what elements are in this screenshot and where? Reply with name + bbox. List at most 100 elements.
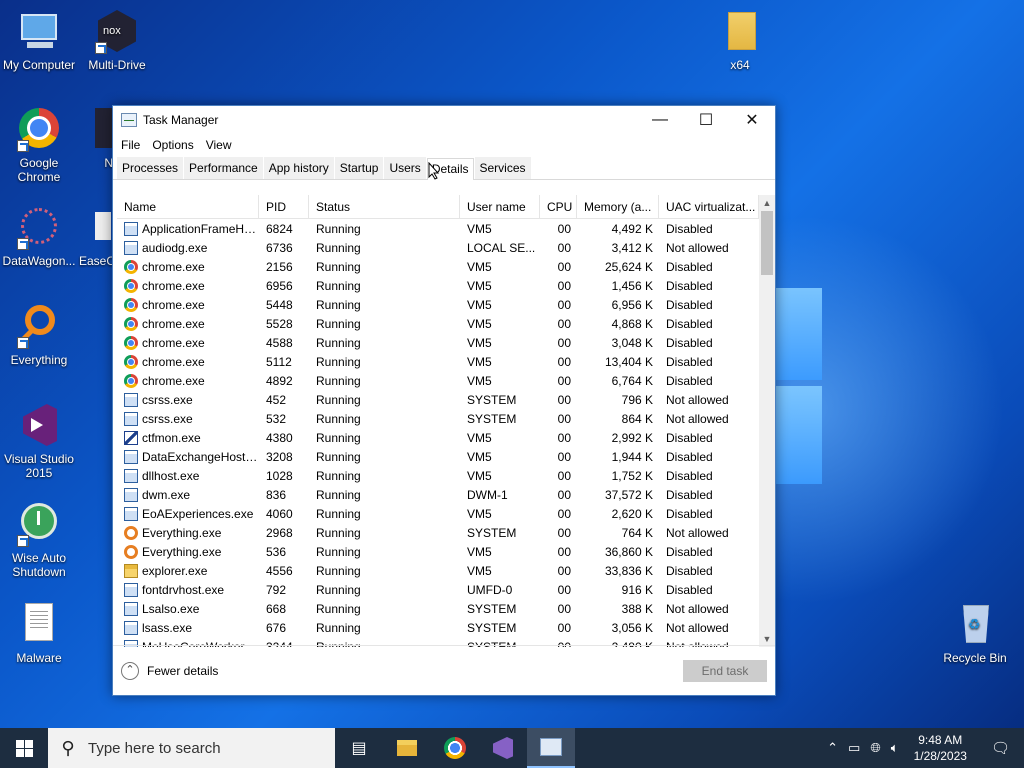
desktop-icon-malware[interactable]: Malware — [0, 603, 79, 665]
table-row[interactable]: ctfmon.exe 4380 Running VM5 00 2,992 K Disable… — [117, 428, 773, 447]
minimize-button[interactable]: — — [637, 106, 683, 134]
desktop-icon-easec-hidden[interactable]: EaseC — [77, 206, 112, 268]
table-row[interactable]: dllhost.exe 1028 Running VM5 00 1,752 K Disabl… — [117, 466, 773, 485]
taskbar-search-box[interactable]: ⚲ Type here to search — [48, 728, 335, 768]
tab-users[interactable]: Users — [384, 157, 426, 179]
tab-services[interactable]: Services — [474, 157, 531, 179]
table-row[interactable]: chrome.exe 4588 Running VM5 00 3,048 K Disable… — [117, 333, 773, 352]
chrome-icon — [124, 354, 138, 369]
volume-icon[interactable]: 🔈︎ — [886, 740, 904, 756]
taskbar-chrome[interactable] — [431, 728, 479, 768]
process-memory: 864 K — [621, 411, 653, 426]
process-uac: Disabled — [666, 354, 713, 369]
menu-options[interactable]: Options — [146, 138, 199, 152]
column-header-user[interactable]: User name — [460, 195, 540, 219]
scroll-up-icon[interactable]: ▲ — [759, 195, 775, 211]
menu-file[interactable]: File — [115, 138, 146, 152]
desktop-icon-x64[interactable]: x64 — [700, 10, 780, 72]
column-header-status[interactable]: Status — [309, 195, 460, 219]
process-status: Running — [316, 468, 361, 483]
desktop-icon-multi-drive[interactable]: nox Multi-Drive — [77, 10, 157, 72]
table-row[interactable]: chrome.exe 5448 Running VM5 00 6,956 K Disable… — [117, 295, 773, 314]
process-uac: Disabled — [666, 544, 713, 559]
network-globe-icon[interactable]: 🌐︎ — [865, 740, 885, 756]
process-status: Running — [316, 316, 361, 331]
task-view-icon: ▤ — [351, 740, 367, 757]
table-row[interactable]: EoAExperiences.exe 4060 Running VM5 00 2,620 … — [117, 504, 773, 523]
column-header-memory[interactable]: Memory (a... — [577, 195, 659, 219]
process-pid: 452 — [266, 392, 287, 407]
table-row[interactable]: explorer.exe 4556 Running VM5 00 33,836 K Disa… — [117, 561, 773, 580]
start-button[interactable] — [0, 728, 48, 768]
notifications-icon[interactable]: 🗨︎ — [977, 739, 1024, 757]
title-bar[interactable]: Task Manager — ☐ ✕ — [113, 106, 775, 134]
table-row[interactable]: lsass.exe 676 Running SYSTEM 00 3,056 K Not al… — [117, 618, 773, 637]
table-row[interactable]: chrome.exe 5112 Running VM5 00 13,404 K Disabl… — [117, 352, 773, 371]
chevron-up-icon[interactable]: ⌃ — [822, 740, 843, 756]
process-name-text: dllhost.exe — [142, 468, 200, 483]
process-cpu: 00 — [557, 582, 571, 597]
tablet-icon[interactable]: ▭ — [843, 740, 865, 756]
vertical-scrollbar[interactable]: ▲ ▼ — [759, 195, 775, 647]
desktop-icon-nox-hidden[interactable]: N — [77, 108, 117, 170]
column-header-uac[interactable]: UAC virtualizat... — [659, 195, 759, 219]
process-user: VM5 — [467, 506, 492, 521]
column-header-cpu[interactable]: CPU — [540, 195, 577, 219]
desktop-icon-everything[interactable]: Everything — [0, 305, 79, 367]
desktop-icon-my-computer[interactable]: My Computer — [0, 10, 79, 72]
table-row[interactable]: Lsalso.exe 668 Running SYSTEM 00 388 K Not all… — [117, 599, 773, 618]
column-header-name[interactable]: Name — [117, 195, 259, 219]
desktop-icon-visual-studio[interactable]: Visual Studio 2015 — [0, 404, 79, 480]
column-header-pid[interactable]: PID — [259, 195, 309, 219]
taskbar-file-explorer[interactable] — [383, 728, 431, 768]
task-view-button[interactable]: ▤ — [335, 728, 383, 768]
process-cpu: 00 — [557, 354, 571, 369]
table-row[interactable]: csrss.exe 452 Running SYSTEM 00 796 K Not allo… — [117, 390, 773, 409]
end-task-button[interactable]: End task — [683, 660, 767, 682]
maximize-button[interactable]: ☐ — [683, 106, 729, 134]
scroll-thumb[interactable] — [761, 211, 773, 275]
desktop-icon-wise-auto-shutdown[interactable]: Wise Auto Shutdown — [0, 503, 79, 579]
process-name-text: chrome.exe — [142, 335, 205, 350]
tab-app-history[interactable]: App history — [263, 157, 334, 179]
tab-startup[interactable]: Startup — [334, 157, 384, 179]
tab-performance[interactable]: Performance — [184, 157, 263, 179]
table-row[interactable]: chrome.exe 5528 Running VM5 00 4,868 K Disable… — [117, 314, 773, 333]
tab-processes[interactable]: Processes — [117, 157, 184, 179]
table-row[interactable]: Everything.exe 2968 Running SYSTEM 00 764 K No… — [117, 523, 773, 542]
process-name: chrome.exe — [117, 354, 259, 369]
process-uac: Disabled — [666, 506, 713, 521]
process-name-text: chrome.exe — [142, 373, 205, 388]
table-row[interactable]: chrome.exe 2156 Running VM5 00 25,624 K Disabl… — [117, 257, 773, 276]
close-button[interactable]: ✕ — [729, 106, 775, 134]
process-memory: 6,956 K — [611, 297, 653, 312]
table-row[interactable]: chrome.exe 6956 Running VM5 00 1,456 K Disable… — [117, 276, 773, 295]
process-name-text: EoAExperiences.exe — [142, 506, 254, 521]
application-window-icon — [124, 392, 138, 407]
process-name-text: chrome.exe — [142, 259, 205, 274]
taskbar-visual-studio[interactable] — [479, 728, 527, 768]
process-pid: 6956 — [266, 278, 293, 293]
desktop-icon-datawagon[interactable]: DataWagon... — [0, 206, 79, 268]
desktop-icon-chrome[interactable]: Google Chrome — [0, 108, 79, 184]
window-footer: ⌃ Fewer details End task — [113, 645, 775, 695]
table-row[interactable]: ApplicationFrameHo... 6824 Running VM5 00 4,4… — [117, 219, 773, 238]
table-row[interactable]: csrss.exe 532 Running SYSTEM 00 864 K Not allo… — [117, 409, 773, 428]
taskbar-task-manager[interactable] — [527, 728, 575, 768]
table-row[interactable]: fontdrvhost.exe 792 Running UMFD-0 00 916 K Di… — [117, 580, 773, 599]
process-user: VM5 — [467, 221, 492, 236]
process-memory: 3,048 K — [611, 335, 653, 350]
desktop-icon-recycle-bin[interactable]: ♻ Recycle Bin — [935, 603, 1015, 665]
table-row[interactable]: dwm.exe 836 Running DWM-1 00 37,572 K Disabled — [117, 485, 773, 504]
table-row[interactable]: DataExchangeHost.e... 3208 Running VM5 00 1,9… — [117, 447, 773, 466]
table-row[interactable]: chrome.exe 4892 Running VM5 00 6,764 K Disable… — [117, 371, 773, 390]
fewer-details-button[interactable]: ⌃ Fewer details — [121, 661, 218, 680]
menu-view[interactable]: View — [200, 138, 238, 152]
process-name: chrome.exe — [117, 316, 259, 331]
clock[interactable]: 9:48 AM 1/28/2023 — [904, 732, 977, 764]
process-cpu: 00 — [557, 392, 571, 407]
table-row[interactable]: Everything.exe 536 Running VM5 00 36,860 K Dis… — [117, 542, 773, 561]
search-icon — [124, 525, 138, 540]
table-row[interactable]: audiodg.exe 6736 Running LOCAL SE... 00 3,412… — [117, 238, 773, 257]
windows-logo-wallpaper — [776, 288, 826, 498]
